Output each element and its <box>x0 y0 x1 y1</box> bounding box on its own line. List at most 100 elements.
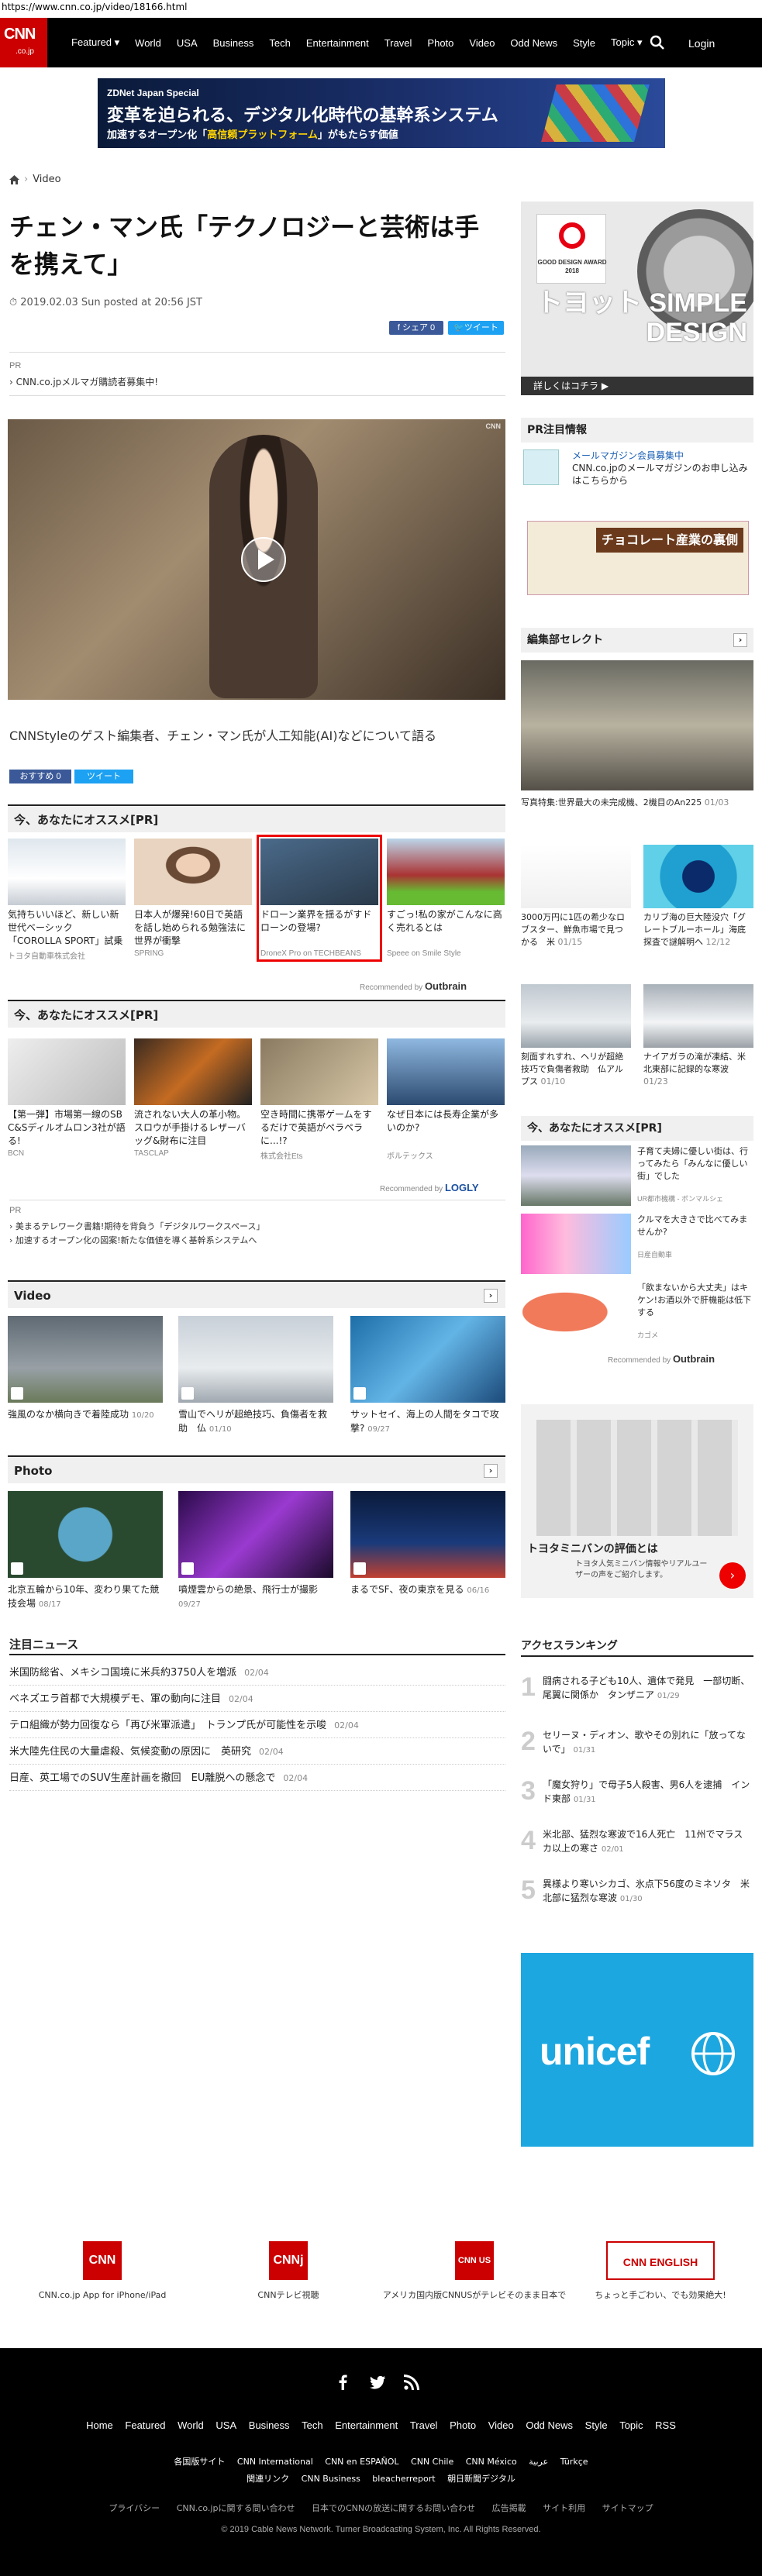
chocolate-banner[interactable]: チョコレート産業の裏側 <box>527 521 749 595</box>
footer-link[interactable]: CNN en ESPAÑOL <box>325 2457 398 2467</box>
video-player[interactable]: CNN <box>8 419 505 700</box>
footer-link[interactable]: عربية <box>529 2457 548 2467</box>
rss-icon[interactable] <box>404 2375 419 2390</box>
footer-link[interactable]: Odd News <box>526 2419 573 2431</box>
footer-link[interactable]: Business <box>249 2419 290 2431</box>
photo-card[interactable]: まるでSF、夜の東京を見る 06/16 <box>350 1491 505 1598</box>
footer-link[interactable]: サイト利用 <box>543 2503 585 2513</box>
logly-logo[interactable]: LOGLY <box>445 1182 479 1193</box>
footer-link[interactable]: Travel <box>410 2419 438 2431</box>
footer-link[interactable]: Featured <box>125 2419 165 2431</box>
pr-link-mailmag[interactable]: › CNN.co.jpメルマガ購読者募集中! <box>9 375 158 388</box>
video-card[interactable]: サットセイ、海上の人間をタコで攻撃? 09/27 <box>350 1316 505 1437</box>
video-section-header[interactable]: Video › <box>8 1280 505 1308</box>
footer-link[interactable]: bleacherreport <box>372 2474 435 2484</box>
footer-link[interactable]: 日本でのCNNの放送に関するお問い合わせ <box>312 2503 475 2513</box>
nav-item-odd-news[interactable]: Odd News <box>502 37 565 49</box>
sidebar-recommend-item[interactable]: 子育て夫婦に優しい街は、行ってみたら「みんなに優しい街」でした UR都市機構 -… <box>521 1145 753 1209</box>
chevron-right-icon[interactable]: › <box>484 1464 498 1478</box>
cnn-logo[interactable]: CNN .co.jp <box>0 18 47 67</box>
footer-link[interactable]: Türkçe <box>560 2457 588 2467</box>
news-item[interactable]: 米国防総省、メキシコ国境に米兵約3750人を増派 02/04 <box>9 1660 505 1686</box>
video-card[interactable]: 強風のなか横向きで着陸成功 10/20 <box>8 1316 163 1423</box>
outbrain-logo[interactable]: Outbrain <box>425 980 467 992</box>
banner-ad[interactable]: ZDNet Japan Special 変革を迫られる、デジタル化時代の基幹系シ… <box>98 78 665 148</box>
recommend-card[interactable]: なぜ日本には長寿企業が多いのか? ボルテックス <box>387 1038 505 1161</box>
twitter-share-button[interactable]: 🐦ツイート <box>448 321 504 335</box>
news-item[interactable]: 米大陸先住民の大量虐殺、気候変動の原因に 英研究 02/04 <box>9 1739 505 1765</box>
recommend-card[interactable]: 気持ちいいほど、新しい新世代ベーシック「COROLLA SPORT」試乗予約受付… <box>8 839 126 961</box>
pr-link[interactable]: › 加速するオープン化の図案!新たな価値を導く基幹系システムへ <box>9 1234 257 1246</box>
recommend-card[interactable]: すごっ!私の家がこんなに高く売れるとは Speee on Smile Style <box>387 839 505 958</box>
footer-link[interactable]: 広告掲載 <box>492 2503 526 2513</box>
home-icon[interactable] <box>9 174 19 184</box>
toyota-ad[interactable]: トヨタミニバンの評価とは トヨタ人気ミニバン情報やリアルユーザーの声をご紹介しま… <box>521 1404 753 1598</box>
footer-link[interactable]: World <box>178 2419 204 2431</box>
footer-link[interactable]: USA <box>215 2419 236 2431</box>
editor-select-header[interactable]: 編集部セレクト › <box>521 628 753 653</box>
footer-link[interactable]: Photo <box>450 2419 476 2431</box>
nav-item-video[interactable]: Video <box>461 37 502 49</box>
editor-grid-item[interactable]: ナイアガラの滝が凍結、米北東部に記録的な寒波 01/23 <box>643 984 753 1088</box>
login-link[interactable]: Login <box>688 37 715 50</box>
news-item[interactable]: 日産、英工場でのSUV生産計画を撤回 EU離脱への懸念で 02/04 <box>9 1765 505 1791</box>
url-bar[interactable]: https://www.cnn.co.jp/video/18166.html <box>0 0 762 14</box>
recommend-card[interactable]: 日本人が爆発!60日で英語を話し始められる勉強法に世界が衝撃 SPRING <box>134 839 252 958</box>
app-promo[interactable]: CNN ENGLISH ちょっと手ごわい、でも効果絶大! <box>567 2241 753 2302</box>
breadcrumb-video[interactable]: Video <box>33 174 60 185</box>
app-promo[interactable]: CNNj CNNテレビ視聴 <box>195 2241 381 2302</box>
nav-item-featured[interactable]: Featured ▾ <box>64 36 127 49</box>
nav-item-world[interactable]: World <box>127 37 169 49</box>
nav-item-photo[interactable]: Photo <box>419 37 461 49</box>
photo-card[interactable]: 噴煙雲からの絶景、飛行士が撮影 09/27 <box>178 1491 333 1612</box>
editor-grid-item[interactable]: 3000万円に1匹の希少なロブスター、鮮魚市場で見つかる 米 01/15 <box>521 845 631 949</box>
recommend-card[interactable]: 空き時間に携帯ゲームをするだけで英語がペラペラに...!? 株式会社Ets <box>260 1038 378 1161</box>
facebook-icon[interactable] <box>336 2375 351 2390</box>
facebook-recommend-button[interactable]: おすすめ 0 <box>9 770 71 783</box>
nav-item-business[interactable]: Business <box>205 37 262 49</box>
sidebar-recommend-item[interactable]: 「飲まないから大丈夫」はキケン!お酒以外で肝機能は低下する カゴメ <box>521 1282 753 1345</box>
editor-select-caption[interactable]: 写真特集:世界最大の未完成機、2機目のAn225 01/03 <box>521 797 753 809</box>
news-item[interactable]: テロ組織が勢力回復なら「再び米軍派遣」 トランプ氏が可能性を示唆 02/04 <box>9 1713 505 1738</box>
chevron-right-icon[interactable]: › <box>719 1562 746 1589</box>
footer-link[interactable]: Style <box>585 2419 608 2431</box>
editor-grid-item[interactable]: カリブ海の巨大陸没穴「グレートブルーホール」海底探査で謎解明へ 12/12 <box>643 845 753 949</box>
sidebar-ad[interactable]: GOOD DESIGN AWARD 2018 トヨット SIMPLE DESIG… <box>521 201 753 395</box>
footer-link[interactable]: Video <box>488 2419 514 2431</box>
search-icon[interactable] <box>650 35 665 50</box>
chevron-right-icon[interactable]: › <box>484 1289 498 1303</box>
sidebar-pr-item[interactable]: メールマガジン会員募集中 CNN.co.jpのメールマガジンのお申し込みはこちら… <box>572 449 752 487</box>
news-item[interactable]: ベネズエラ首都で大規模デモ、軍の動向に注目 02/04 <box>9 1686 505 1712</box>
app-promo[interactable]: CNN US アメリカ国内版CNNUSがテレビそのまま日本で <box>381 2241 567 2302</box>
recommend-card[interactable]: 【第一弾】市場第一線のSB C&Sディルオムロン3社が語る! BCN <box>8 1038 126 1158</box>
outbrain-logo[interactable]: Outbrain <box>673 1353 715 1365</box>
footer-link[interactable]: 朝日新聞デジタル <box>447 2474 515 2484</box>
footer-link[interactable]: サイトマップ <box>602 2503 653 2513</box>
recommend-card[interactable]: 流されない大人の革小物。スロウが手掛けるレザーバッグ&財布に注目 TASCLAP <box>134 1038 252 1158</box>
footer-link[interactable]: CNN International <box>237 2457 313 2467</box>
photo-card[interactable]: 北京五輪から10年、変わり果てた競技会場 08/17 <box>8 1491 163 1612</box>
footer-link[interactable]: プライバシー <box>109 2503 160 2513</box>
nav-item-entertainment[interactable]: Entertainment <box>298 37 377 49</box>
nav-item-style[interactable]: Style <box>565 37 603 49</box>
chevron-right-icon[interactable]: › <box>733 633 747 647</box>
nav-item-travel[interactable]: Travel <box>377 37 420 49</box>
nav-item-tech[interactable]: Tech <box>261 37 298 49</box>
editor-select-image[interactable] <box>521 660 753 790</box>
recommend-card-highlighted[interactable]: ドローン業界を揺るがすドローンの登場? DroneX Pro on TECHBE… <box>257 835 382 962</box>
footer-link[interactable]: Entertainment <box>335 2419 398 2431</box>
facebook-share-button[interactable]: f シェア 0 <box>389 321 443 335</box>
play-icon[interactable] <box>240 536 287 583</box>
unicef-ad[interactable]: unicef <box>521 1953 753 2147</box>
twitter-tweet-button[interactable]: ツイート <box>74 770 133 783</box>
footer-link[interactable]: CNN México <box>466 2457 517 2467</box>
video-card[interactable]: 雪山でヘリが超絶技巧、負傷者を救助 仏 01/10 <box>178 1316 333 1437</box>
nav-item-topic[interactable]: Topic ▾ <box>603 36 650 49</box>
footer-link[interactable]: CNN Business <box>302 2474 360 2484</box>
footer-link[interactable]: Topic <box>619 2419 643 2431</box>
sidebar-recommend-item[interactable]: クルマを大きさで比べてみませんか? 日産自動車 <box>521 1214 753 1277</box>
twitter-icon[interactable] <box>370 2375 385 2390</box>
app-promo[interactable]: CNN CNN.co.jp App for iPhone/iPad <box>9 2241 195 2302</box>
ad-cta[interactable]: 詳しくはコチラ ▶ <box>521 377 753 395</box>
photo-section-header[interactable]: Photo › <box>8 1455 505 1483</box>
